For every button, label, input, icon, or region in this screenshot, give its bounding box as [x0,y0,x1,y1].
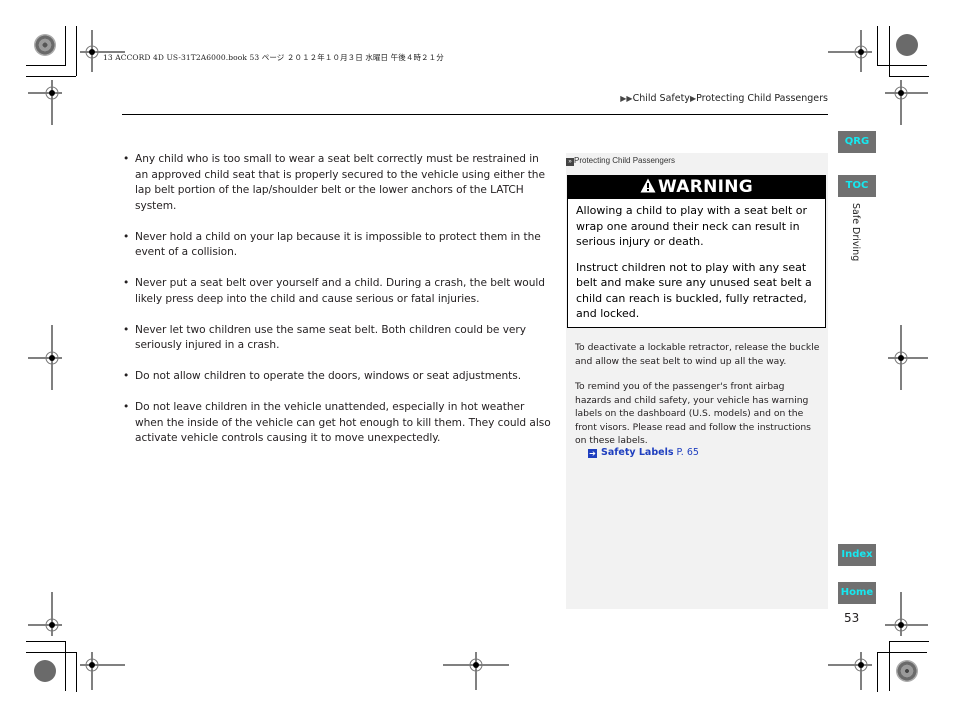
toc-button[interactable]: TOC [838,175,876,197]
warning-header: WARNING [568,176,825,199]
breadcrumb-item-child-safety[interactable]: Child Safety [633,93,690,104]
list-item: • Any child who is too small to wear a se… [121,152,553,214]
index-button[interactable]: Index [838,544,876,566]
bullet-text: Never hold a child on your lap because i… [135,230,541,259]
list-item: • Never put a seat belt over yourself and… [121,276,553,307]
bullet-text: Never let two children use the same seat… [135,323,526,352]
breadcrumb-item-protecting-child-passengers[interactable]: Protecting Child Passengers [696,93,828,104]
double-chevron-right-icon: » [566,158,574,166]
double-triangle-right-icon: ▶▶ [620,94,633,103]
warning-triangle-icon [640,178,656,193]
bullet-icon: • [123,370,130,382]
warning-heading: WARNING [657,177,754,197]
bullet-text: Never put a seat belt over yourself and … [135,277,545,305]
warning-box: WARNING Allowing a child to play with a … [567,175,826,328]
bullet-text: Do not allow children to operate the doo… [135,370,522,382]
bullet-icon: • [123,277,130,289]
bullet-text: Do not leave children in the vehicle una… [135,401,551,444]
side-panel-title: » Protecting Child Passengers [566,156,675,166]
bullet-icon: • [123,401,130,413]
print-file-header: 13 ACCORD 4D US-31T2A6000.book 53 ページ ２０… [103,53,444,62]
section-label: Safe Driving [850,203,861,262]
bullet-icon: • [123,230,130,243]
bullet-icon: • [123,323,130,336]
bullet-icon: • [123,153,130,165]
list-item: • Do not allow children to operate the do… [121,369,553,385]
warning-paragraph: Instruct children not to play with any s… [576,260,812,321]
header-rule [122,114,828,115]
list-item: • Never hold a child on your lap because … [121,230,553,261]
list-item: • Do not leave children in the vehicle un… [121,400,553,447]
note-paragraph: To remind you of the passenger's front a… [575,381,811,447]
safety-bullet-list: • Any child who is too small to wear a se… [121,152,553,462]
page-number: 53 [844,611,860,625]
qrg-button[interactable]: QRG [838,131,876,153]
warning-paragraph: Allowing a child to play with a seat bel… [576,204,808,248]
breadcrumb: ▶▶Child Safety▶Protecting Child Passenge… [620,93,828,104]
bullet-text: Any child who is too small to wear a sea… [135,153,545,212]
safety-labels-link[interactable]: ➔ Safety Labels P. 65 [588,447,699,458]
xref-page[interactable]: P. 65 [677,447,699,458]
arrow-right-box-icon: ➔ [588,449,597,458]
warning-body: Allowing a child to play with a seat bel… [568,199,825,322]
note-paragraph: To deactivate a lockable retractor, rele… [575,342,820,367]
xref-label[interactable]: Safety Labels [601,447,674,458]
home-button[interactable]: Home [838,582,876,604]
list-item: • Never let two children use the same sea… [121,323,553,354]
